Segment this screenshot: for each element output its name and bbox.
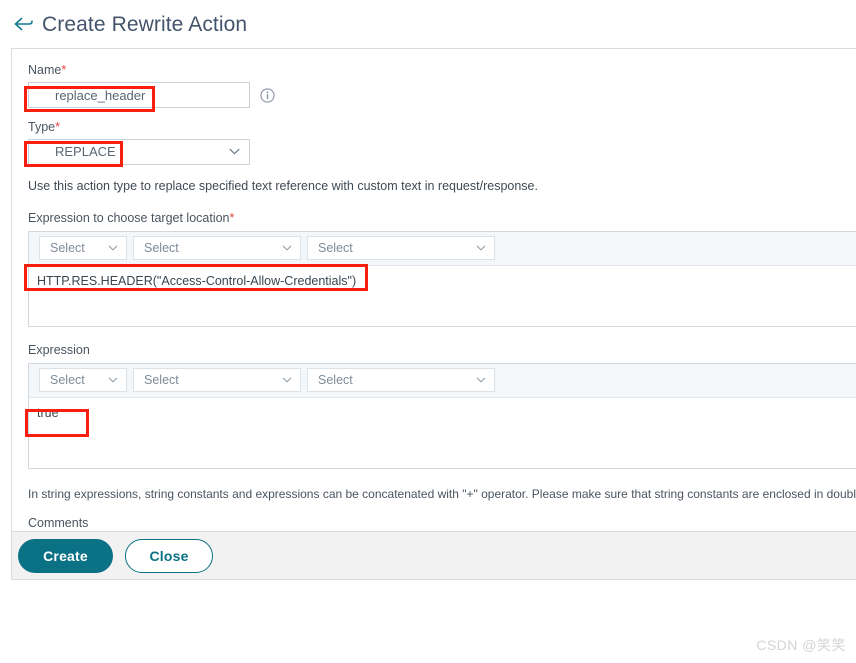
info-circle-icon[interactable] [260,87,275,103]
type-label-text: Type [28,120,56,134]
target-flow-type-select[interactable]: Select [39,236,127,261]
chevron-down-icon [108,378,118,383]
target-operator-select[interactable]: Select [307,236,495,261]
value-expression-editor: Select Select Select true [28,362,856,469]
type-select[interactable]: REPLACE [28,139,250,165]
value-object-select[interactable]: Select [133,368,301,393]
type-label: Type* [28,120,856,135]
name-required-mark: * [61,63,67,77]
target-object-select[interactable]: Select [133,236,301,261]
page-title: Create Rewrite Action [42,12,248,36]
chevron-down-icon [476,246,486,251]
value-expression-input[interactable]: true [29,398,856,468]
target-operator-value: Select [318,241,353,256]
close-button[interactable]: Close [125,538,213,573]
value-object-value: Select [144,373,179,388]
create-rewrite-action-card: Name* Type* REPLACE Use this action type… [11,48,856,580]
target-expression-editor: Select Select Select HTTP.RES.HEADER("Ac… [28,230,856,327]
card-body: Name* Type* REPLACE Use this action type… [12,49,856,559]
chevron-down-icon [282,246,292,251]
value-expression-toolbar: Select Select Select [29,363,856,398]
chevron-down-icon [476,378,486,383]
name-field-row [28,82,856,108]
value-flow-type-select[interactable]: Select [39,368,127,393]
value-flow-type-value: Select [50,373,85,388]
name-label: Name* [28,63,856,78]
target-flow-type-value: Select [50,241,85,256]
target-expression-toolbar: Select Select Select [29,231,856,266]
target-object-value: Select [144,241,179,256]
type-helper-text: Use this action type to replace specifie… [28,179,538,193]
chevron-down-icon [282,378,292,383]
target-expression-label: Expression to choose target location* [28,211,856,226]
card-footer: Create Close [12,531,856,579]
page-header: Create Rewrite Action [0,0,856,48]
value-expression-label: Expression [28,343,856,358]
watermark: CSDN @笑笑 [756,637,846,653]
value-operator-select[interactable]: Select [307,368,495,393]
type-select-value: REPLACE [55,144,116,159]
target-expression-label-text: Expression to choose target location [28,210,230,225]
name-label-text: Name [28,63,62,77]
name-input[interactable] [28,82,250,108]
concat-note: In string expressions, string constants … [28,486,856,501]
chevron-down-icon [108,246,118,251]
target-expression-required-mark: * [229,210,235,225]
target-expression-input[interactable]: HTTP.RES.HEADER("Access-Control-Allow-Cr… [29,266,856,326]
type-required-mark: * [55,120,60,134]
comments-label: Comments [28,516,89,531]
value-expression-label-text: Expression [28,342,90,357]
create-button[interactable]: Create [18,538,113,573]
chevron-down-icon [229,148,240,155]
value-operator-value: Select [318,373,353,388]
back-arrow-icon[interactable] [12,13,34,35]
